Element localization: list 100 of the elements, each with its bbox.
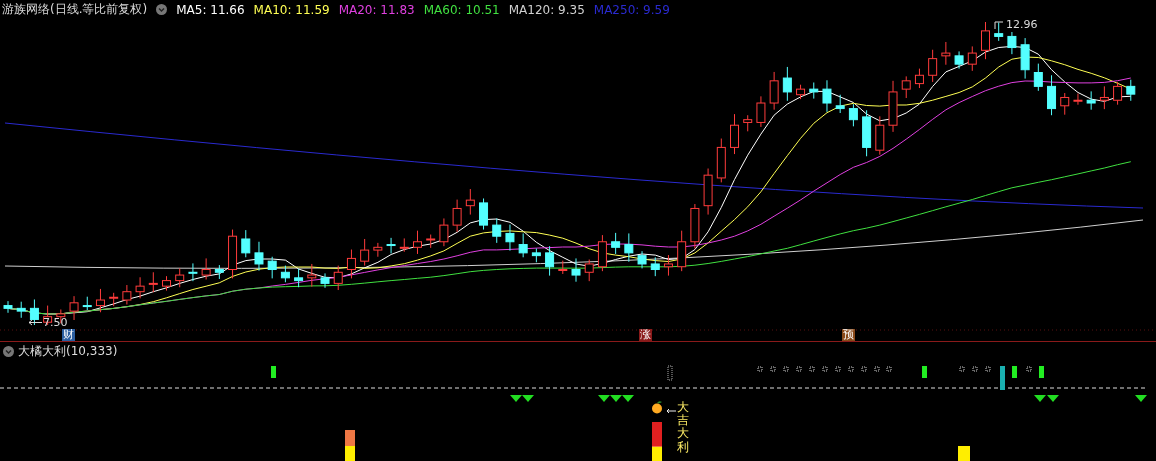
candlestick — [809, 82, 819, 100]
candlestick — [769, 71, 779, 111]
chart-title: 游族网络(日线.等比前复权) — [2, 1, 148, 18]
candlestick — [875, 115, 885, 156]
candlestick — [95, 288, 105, 313]
candlestick — [492, 217, 502, 244]
candlestick — [730, 113, 739, 155]
candlestick — [280, 265, 290, 283]
candlestick — [1113, 81, 1123, 106]
candlestick — [743, 114, 753, 132]
candlestick — [122, 284, 132, 305]
candlestick — [333, 265, 343, 291]
candlestick — [782, 66, 792, 102]
candlestick — [188, 262, 198, 282]
candlestick — [162, 275, 171, 292]
candlestick — [571, 257, 581, 283]
candlestick — [624, 232, 634, 263]
candlestick — [346, 249, 356, 279]
ma-value: MA250: 9.59 — [593, 2, 670, 17]
candlestick — [465, 188, 475, 216]
chevron-down-icon — [156, 4, 168, 15]
event-badge[interactable]: 财 — [62, 329, 75, 341]
candlestick — [241, 229, 251, 258]
candlestick — [677, 230, 687, 272]
candlestick — [82, 296, 92, 311]
candlestick — [16, 301, 26, 319]
candlestick — [1099, 85, 1109, 110]
left-arrow-icon — [666, 408, 676, 414]
event-badge[interactable]: 预 — [842, 329, 855, 341]
candlestick — [597, 234, 607, 272]
fruit-icon — [651, 400, 663, 414]
candlestick — [967, 45, 977, 72]
candlestick — [822, 79, 832, 113]
candlestick — [439, 217, 449, 247]
candlestick — [3, 300, 13, 314]
dropdown-button[interactable] — [3, 345, 14, 357]
candlestick — [1126, 79, 1136, 102]
candlestick — [307, 263, 317, 288]
event-badge[interactable]: 涨 — [639, 329, 652, 341]
candlestick — [663, 254, 673, 277]
left-arrow-icon — [28, 319, 42, 326]
candlestick — [452, 199, 462, 233]
candlestick — [545, 245, 555, 277]
candlestick — [531, 247, 541, 263]
ma-value: MA60: 10.51 — [423, 2, 500, 17]
candlestick — [148, 271, 158, 293]
candlestick — [611, 232, 621, 255]
candlestick — [267, 256, 277, 279]
candlestick — [373, 242, 383, 258]
high-price-label: 12.96 — [1005, 19, 1039, 31]
candlestick — [703, 168, 713, 216]
candlestick — [320, 272, 330, 289]
candlestick — [479, 197, 489, 231]
candlestick — [1073, 93, 1083, 106]
ma-value: MA120: 9.35 — [508, 2, 585, 17]
candlestick — [690, 203, 700, 249]
candlestick — [228, 229, 238, 279]
candlestick — [901, 75, 911, 99]
candlestick — [214, 264, 224, 280]
candlestick — [981, 21, 990, 60]
dropdown-button[interactable] — [156, 4, 168, 15]
candlestick — [796, 84, 806, 100]
candlestick — [505, 224, 515, 252]
candlestick — [835, 94, 845, 114]
signal-label: 大吉大利 — [677, 401, 689, 454]
candlestick — [756, 95, 766, 128]
candlestick — [109, 292, 119, 307]
candlestick — [518, 232, 528, 258]
candlestick — [69, 295, 79, 321]
candlestick — [175, 267, 185, 288]
leader-line — [994, 21, 1004, 29]
candlestick — [637, 250, 647, 269]
candlestick — [29, 298, 39, 326]
candlestick — [716, 138, 726, 183]
candlestick — [1007, 31, 1017, 55]
candlestick — [294, 268, 304, 288]
candlestick — [254, 241, 264, 272]
candlestick — [994, 22, 1004, 42]
candlestick — [135, 276, 145, 299]
candlestick — [558, 260, 568, 275]
candlestick — [928, 49, 938, 83]
candlestick — [941, 41, 951, 66]
candlestick — [1033, 63, 1043, 92]
candlestick — [360, 238, 370, 267]
candlestick — [954, 50, 964, 70]
chevron-down-icon — [3, 345, 14, 357]
candlestick — [584, 259, 594, 282]
indicator-title: 大橘大利(10,333) — [18, 342, 118, 360]
candlestick — [650, 256, 660, 277]
candlestick — [1060, 92, 1070, 116]
candlestick — [1047, 74, 1057, 116]
candlestick — [914, 68, 924, 89]
ma-value: MA10: 11.59 — [253, 2, 330, 17]
ma-value: MA5: 11.66 — [176, 2, 245, 17]
ma-value: MA20: 11.83 — [338, 2, 415, 17]
candlestick — [848, 103, 858, 127]
candlestick — [1020, 37, 1030, 80]
candlestick — [862, 109, 872, 157]
candlestick — [888, 80, 898, 133]
candlestick — [1086, 90, 1096, 111]
